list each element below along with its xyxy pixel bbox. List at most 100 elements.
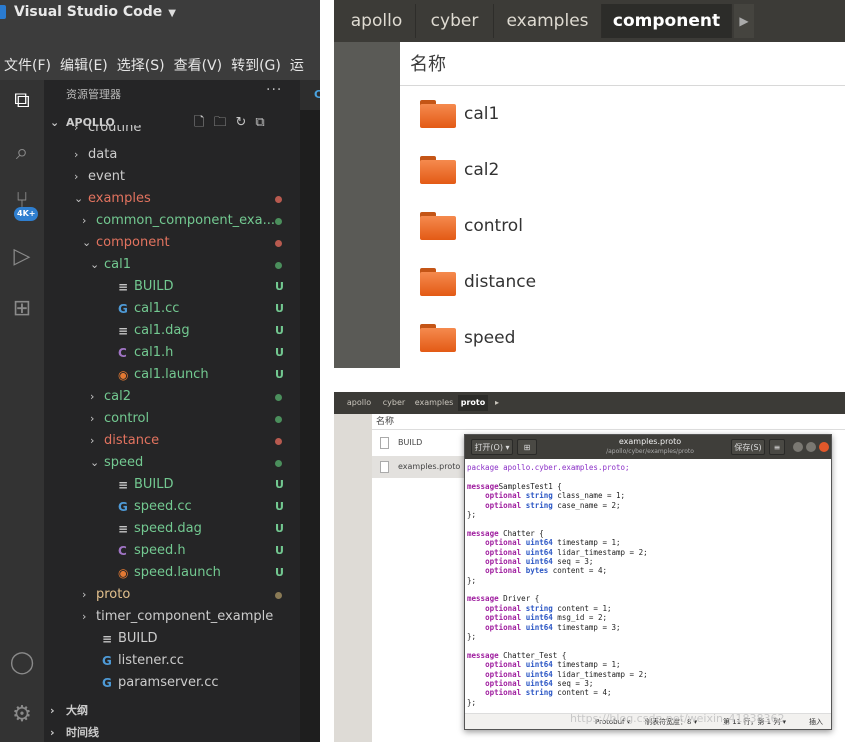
tree-item[interactable]: Glistener.cc bbox=[44, 650, 300, 672]
file-build[interactable]: BUILD bbox=[372, 432, 465, 454]
tree-item[interactable]: ⌄ examples bbox=[44, 188, 300, 210]
menu-view[interactable]: 查看(V) bbox=[174, 52, 223, 80]
tree-item[interactable]: Gparamserver.cc bbox=[44, 672, 300, 694]
crumb-examples[interactable]: examples bbox=[494, 4, 602, 38]
proto-file-manager-window: apollo cyber examples proto ▸ 名称 BUILD e… bbox=[334, 392, 845, 742]
code-token: lidar_timestamp = 2; bbox=[552, 547, 648, 557]
tree-row-partial[interactable]: › croutine bbox=[44, 125, 300, 135]
tree-item[interactable]: Gspeed.cc U bbox=[44, 496, 300, 518]
title-spacer bbox=[0, 26, 320, 52]
folder-row[interactable]: control bbox=[400, 198, 845, 254]
file-examples-proto[interactable]: examples.proto bbox=[372, 456, 465, 478]
tree-item[interactable]: ⌄ component bbox=[44, 232, 300, 254]
launch-file-icon: ◉ bbox=[118, 566, 129, 580]
account-icon[interactable]: ◯ bbox=[7, 648, 37, 678]
timeline-section[interactable]: › 时间线 bbox=[44, 722, 300, 742]
code-line: optional string content = 4; bbox=[467, 688, 829, 697]
launch-file-icon: ◉ bbox=[118, 368, 129, 382]
tree-item[interactable]: › cal2 bbox=[44, 386, 300, 408]
tree-item[interactable]: ≡ BUILD U bbox=[44, 474, 300, 496]
git-status-badge: U bbox=[275, 500, 284, 513]
tree-item[interactable]: ≡ speed.dag U bbox=[44, 518, 300, 540]
chevron-down-icon[interactable]: ▼ bbox=[168, 8, 176, 19]
code-token: optional bbox=[485, 660, 522, 670]
file-tree: › data › event ⌄ examples › common_component_ex… bbox=[44, 144, 300, 694]
run-debug-icon[interactable]: ▷ bbox=[7, 242, 37, 272]
outline-section[interactable]: › 大纲 bbox=[44, 700, 300, 722]
folder-icon bbox=[420, 100, 456, 128]
tree-item[interactable]: ≡ cal1.dag U bbox=[44, 320, 300, 342]
settings-gear-icon[interactable]: ⚙ bbox=[7, 700, 37, 730]
tree-item[interactable]: › control bbox=[44, 408, 300, 430]
hamburger-menu-icon[interactable]: ≡ bbox=[769, 439, 785, 455]
folder-row[interactable]: distance bbox=[400, 254, 845, 310]
git-status-badge: U bbox=[275, 478, 284, 491]
code-token: }; bbox=[467, 632, 477, 642]
folder-row[interactable]: speed bbox=[400, 310, 845, 366]
explorer-icon[interactable]: ⧉ bbox=[7, 86, 37, 116]
chevron-right-icon: › bbox=[90, 434, 95, 447]
tree-item[interactable]: Cspeed.h U bbox=[44, 540, 300, 562]
tree-item[interactable]: › event bbox=[44, 166, 300, 188]
maximize-icon[interactable] bbox=[806, 442, 816, 452]
crumb-apollo[interactable]: apollo bbox=[338, 4, 416, 38]
tree-item[interactable]: ◉ speed.launch U bbox=[44, 562, 300, 584]
tree-item[interactable]: › distance bbox=[44, 430, 300, 452]
open-button[interactable]: 打开(O) ▾ bbox=[471, 439, 513, 455]
menu-run[interactable]: 运 bbox=[290, 52, 304, 80]
name-column-header[interactable]: 名称 bbox=[400, 44, 845, 86]
tree-item[interactable]: › data bbox=[44, 144, 300, 166]
tree-item[interactable]: › proto bbox=[44, 584, 300, 606]
tree-item[interactable]: Gcal1.cc U bbox=[44, 298, 300, 320]
menu-bar: 文件(F) 编辑(E) 选择(S) 查看(V) 转到(G) 运 bbox=[0, 52, 320, 80]
more-actions-icon[interactable]: ··· bbox=[266, 82, 282, 98]
extensions-icon[interactable]: ⊞ bbox=[7, 294, 37, 324]
crumb-component[interactable]: component bbox=[602, 4, 732, 38]
tree-item[interactable]: ◉ cal1.launch U bbox=[44, 364, 300, 386]
chevron-right-icon: › bbox=[50, 704, 55, 717]
code-token: }; bbox=[467, 509, 477, 519]
tree-item[interactable]: ⌄ cal1 bbox=[44, 254, 300, 276]
code-token: lidar_timestamp = 2; bbox=[552, 669, 648, 679]
tree-item-label: component bbox=[96, 235, 170, 250]
folder-row[interactable]: cal1 bbox=[400, 86, 845, 142]
tree-item[interactable]: › timer_component_example bbox=[44, 606, 300, 628]
chevron-right-icon[interactable]: ▶ bbox=[734, 4, 754, 38]
close-icon[interactable] bbox=[819, 442, 829, 452]
search-icon[interactable]: ⌕ bbox=[7, 138, 37, 168]
crumb-proto[interactable]: proto bbox=[458, 395, 488, 411]
chevron-right-icon: › bbox=[82, 214, 87, 227]
crumb-cyber[interactable]: cyber bbox=[378, 395, 410, 411]
menu-file[interactable]: 文件(F) bbox=[4, 52, 51, 80]
minimize-icon[interactable] bbox=[793, 442, 803, 452]
menu-selection[interactable]: 选择(S) bbox=[117, 52, 165, 80]
name-column-header[interactable]: 名称 bbox=[372, 414, 845, 430]
crumb-cyber[interactable]: cyber bbox=[416, 4, 494, 38]
code-area[interactable]: package apollo.cyber.examples.proto; mess… bbox=[467, 463, 829, 711]
tree-item[interactable]: Ccal1.h U bbox=[44, 342, 300, 364]
tree-item[interactable]: ⌄ speed bbox=[44, 452, 300, 474]
crumb-apollo[interactable]: apollo bbox=[344, 395, 374, 411]
code-token: optional bbox=[485, 547, 522, 557]
menu-edit[interactable]: 编辑(E) bbox=[60, 52, 108, 80]
folder-label: cal1 bbox=[464, 104, 500, 124]
save-button[interactable]: 保存(S) bbox=[731, 439, 765, 455]
code-token: optional bbox=[485, 566, 522, 576]
tree-item[interactable]: › common_component_exa... bbox=[44, 210, 300, 232]
chevron-right-icon[interactable]: ▸ bbox=[492, 395, 502, 411]
tree-item-label: cal1.cc bbox=[134, 301, 180, 316]
folder-row[interactable]: cal2 bbox=[400, 142, 845, 198]
editor-tab[interactable]: C bbox=[300, 80, 320, 110]
tree-item[interactable]: ≡ BUILD U bbox=[44, 276, 300, 298]
new-tab-icon[interactable]: ⊞ bbox=[517, 439, 537, 455]
code-token: optional bbox=[485, 603, 522, 613]
crumb-examples[interactable]: examples bbox=[414, 395, 454, 411]
header-file-icon: C bbox=[118, 544, 127, 558]
menu-go[interactable]: 转到(G) bbox=[231, 52, 281, 80]
tree-item[interactable]: ≡ BUILD bbox=[44, 628, 300, 650]
